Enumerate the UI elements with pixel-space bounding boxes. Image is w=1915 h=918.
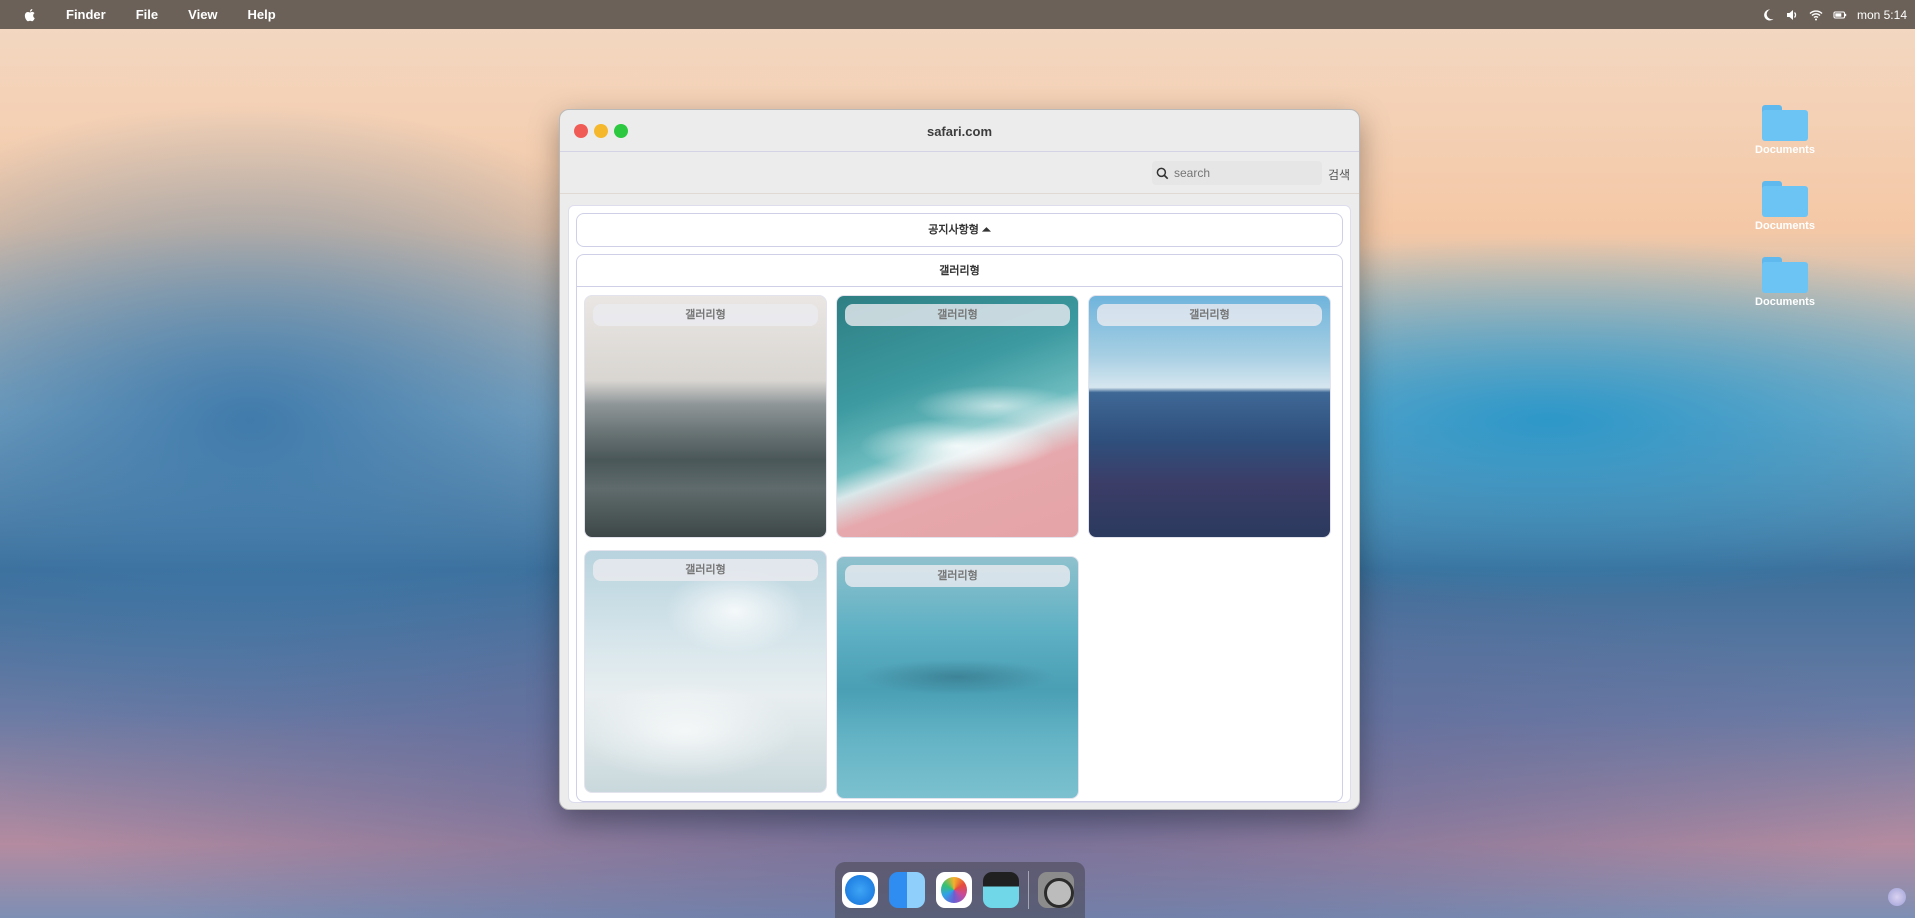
gallery-item-label: 갤러리형 [845, 565, 1070, 587]
desktop-folder-documents-1[interactable]: Documents [1745, 105, 1825, 156]
menu-file[interactable]: File [136, 7, 158, 22]
clips-icon[interactable] [983, 872, 1019, 908]
menu-finder[interactable]: Finder [66, 7, 106, 22]
dock-divider [1028, 871, 1029, 909]
gallery-item-label: 갤러리형 [593, 559, 818, 581]
desktop-folder-label: Documents [1755, 144, 1815, 156]
moon-icon[interactable] [1761, 8, 1775, 22]
window-title: safari.com [926, 124, 993, 139]
apple-icon[interactable] [22, 7, 38, 23]
gallery-title: 갤러리형 [577, 255, 1342, 287]
desktop-folder-documents-3[interactable]: Documents [1745, 257, 1825, 308]
battery-icon[interactable] [1833, 8, 1847, 22]
gallery-item-label: 갤러리형 [1097, 304, 1322, 326]
status-area: mon 5:14 [1761, 0, 1915, 29]
gallery-item-label: 갤러리형 [845, 304, 1070, 326]
globe-icon[interactable] [1888, 888, 1906, 906]
search-button[interactable]: 검색 [1328, 166, 1350, 183]
gallery-item[interactable]: 갤러리형 [836, 295, 1079, 538]
search-input[interactable] [1174, 166, 1314, 180]
menu-view[interactable]: View [188, 7, 217, 22]
folder-icon [1762, 181, 1808, 217]
title-bar[interactable]: safari.com [560, 110, 1359, 152]
folder-icon [1762, 105, 1808, 141]
gallery-item[interactable]: 갤러리형 [836, 556, 1079, 799]
gallery-item[interactable]: 갤러리형 [584, 550, 827, 793]
safari-icon[interactable] [842, 872, 878, 908]
gallery-item-label: 갤러리형 [593, 304, 818, 326]
menu-bar: Finder File View Help mon 5:14 [0, 0, 1915, 29]
search-box[interactable] [1152, 161, 1322, 185]
page-content: 공지사항형 ⏶ 갤러리형 갤러리형 갤러리형 갤러리형 갤러리형 갤러리형 [568, 205, 1351, 803]
toolbar: 검색 [560, 152, 1359, 194]
gallery-item[interactable]: 갤러리형 [1088, 295, 1331, 538]
desktop-folder-documents-2[interactable]: Documents [1745, 181, 1825, 232]
search-icon [1156, 167, 1169, 179]
desktop-folder-label: Documents [1755, 296, 1815, 308]
dock [835, 862, 1085, 918]
gallery-item[interactable]: 갤러리형 [584, 295, 827, 538]
notice-toggle[interactable]: 공지사항형 ⏶ [576, 213, 1343, 247]
clock[interactable]: mon 5:14 [1857, 8, 1907, 22]
settings-icon[interactable] [1038, 872, 1074, 908]
photos-icon[interactable] [936, 872, 972, 908]
volume-icon[interactable] [1785, 8, 1799, 22]
desktop-folder-label: Documents [1755, 220, 1815, 232]
wifi-icon[interactable] [1809, 8, 1823, 22]
folder-icon [1762, 257, 1808, 293]
menu-help[interactable]: Help [248, 7, 276, 22]
browser-window: safari.com 검색 공지사항형 ⏶ 갤러리형 갤러리형 갤러리형 갤러리… [559, 109, 1360, 810]
gallery-section: 갤러리형 갤러리형 갤러리형 갤러리형 갤러리형 갤러리형 [576, 254, 1343, 802]
finder-icon[interactable] [889, 872, 925, 908]
